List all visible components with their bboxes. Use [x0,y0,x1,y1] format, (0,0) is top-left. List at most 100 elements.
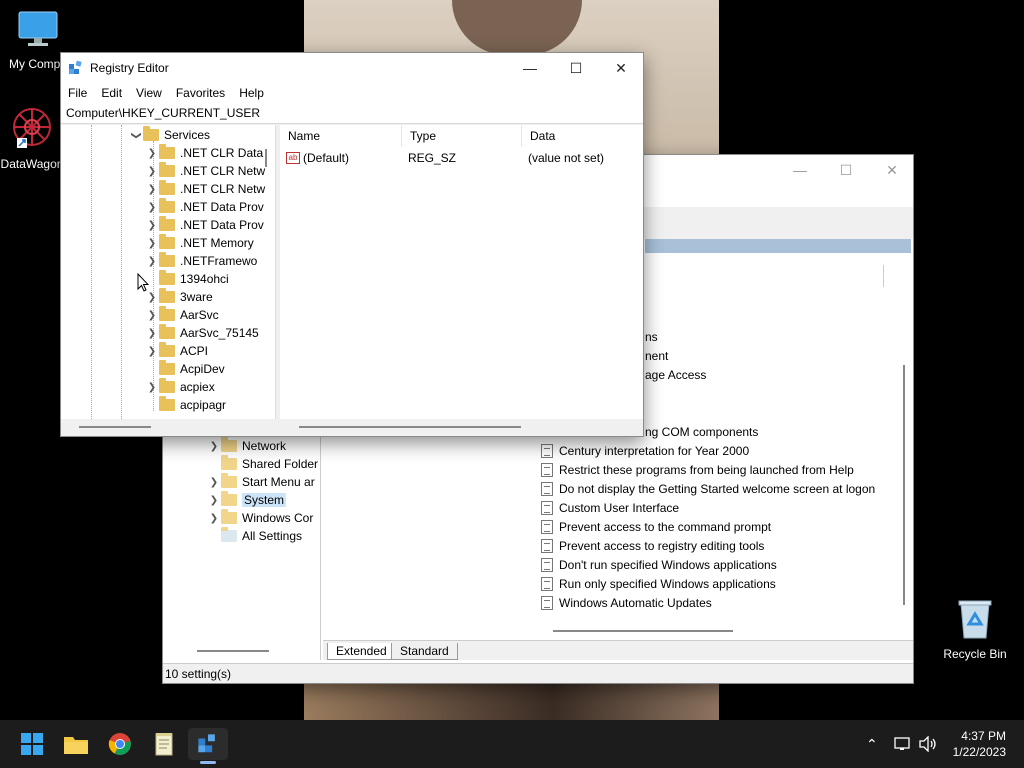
tree-item[interactable]: ❯ .NET Data Prov [145,198,264,216]
gp-setting-row[interactable]: Restrict these programs from being launc… [541,460,854,479]
address-bar[interactable]: Computer\HKEY_CURRENT_USER [61,103,643,124]
tree-label: .NET CLR Netw [180,182,266,196]
folder-icon [159,180,175,195]
tree-label: ACPI [180,344,209,358]
value-row-default[interactable]: ab (Default) [286,149,349,167]
tree-item[interactable]: ❯ .NETFramewo [145,252,257,270]
chevron-right-icon[interactable]: ❯ [145,346,159,357]
tab-extended[interactable]: Extended [327,643,396,660]
tree-item[interactable]: ❯ .NET CLR Netw [145,162,265,180]
tree-item[interactable]: AcpiDev [145,360,225,378]
gp-close-button[interactable]: ✕ [869,155,915,185]
tree-item[interactable]: acpipagr [145,396,226,414]
column-header-data[interactable]: Data [522,125,643,147]
menu-file[interactable]: File [61,86,94,100]
gp-setting-row[interactable]: Prevent access to registry editing tools [541,536,764,555]
start-button[interactable] [12,728,52,760]
folder-icon [159,396,175,411]
tree-item[interactable]: 1394ohci [145,270,229,288]
column-header-type[interactable]: Type [402,125,522,147]
tree-item[interactable]: ❯ .NET Memory [145,234,254,252]
chevron-right-icon[interactable]: ❯ [145,202,159,213]
chevron-right-icon[interactable]: ❯ [145,382,159,393]
chevron-right-icon[interactable]: ❯ [145,256,159,267]
taskbar-file-explorer[interactable] [56,728,96,760]
minimize-button[interactable]: — [507,53,553,83]
chevron-down-icon[interactable]: ❯ [131,128,142,142]
tree-item[interactable]: ❯ AarSvc [145,306,219,324]
chevron-right-icon[interactable]: ❯ [145,310,159,321]
chevron-right-icon[interactable]: ❯ [207,513,221,524]
tree-hscrollbar[interactable] [79,426,151,428]
tree-vscrollbar[interactable] [265,149,267,167]
gp-tree-label: Network [242,439,287,453]
tree-item[interactable]: ❯ ACPI [145,342,208,360]
tree-item[interactable]: ❯ .NET Data Prov [145,216,264,234]
tree-item[interactable]: ❯ 3ware [145,288,213,306]
tray-overflow-button[interactable]: ⌃ [866,720,878,768]
gp-setting-row[interactable]: Prevent access to the command prompt [541,517,771,536]
gp-tree-item-start-menu[interactable]: ❯ Start Menu ar [207,473,315,491]
chevron-right-icon[interactable]: ❯ [145,220,159,231]
tree-label: acpiex [180,380,215,394]
chevron-right-icon[interactable]: ❯ [207,441,221,452]
tree-item[interactable]: ❯ .NET CLR Netw [145,180,265,198]
gp-tree-item-system[interactable]: ❯ System [207,491,287,509]
gp-setting-row[interactable]: Do not display the Getting Started welco… [541,479,875,498]
gp-setting-label: Prevent access to the command prompt [559,519,772,534]
registry-tree-pane[interactable]: ❯ Services ❯ .NET CLR Data ❯ .NET CLR Netw… [61,125,276,419]
chevron-right-icon[interactable]: ❯ [145,148,159,159]
gp-tree-item-network[interactable]: ❯ Network [207,437,286,455]
taskbar-chrome[interactable] [100,728,140,760]
folder-icon [221,491,237,506]
gp-minimize-button[interactable]: — [777,155,823,185]
gp-list-hscrollbar[interactable] [553,630,733,632]
gp-tree-item-all-settings[interactable]: All Settings [207,527,302,545]
chevron-right-icon[interactable]: ❯ [207,477,221,488]
policy-setting-icon [541,500,553,515]
chevron-right-icon[interactable]: ❯ [145,238,159,249]
start-icon [21,733,43,755]
column-header-name[interactable]: Name [280,125,402,147]
gp-setting-label: Century interpretation for Year 2000 [559,443,750,458]
tray-volume[interactable] [918,720,938,768]
menu-view[interactable]: View [129,86,169,100]
maximize-button[interactable]: ☐ [553,53,599,83]
tab-standard[interactable]: Standard [391,643,458,660]
tray-network[interactable] [894,720,912,768]
chevron-right-icon[interactable]: ❯ [145,184,159,195]
registry-values-pane[interactable]: Name Type Data ab (Default) REG_SZ (valu… [280,125,643,419]
close-button[interactable]: ✕ [598,53,644,83]
tree-item[interactable]: ❯ AarSvc_75145 [145,324,259,342]
gp-setting-row[interactable]: Windows Automatic Updates [541,593,712,612]
taskbar-notepad[interactable] [144,728,184,760]
chevron-right-icon[interactable]: ❯ [145,166,159,177]
registry-titlebar[interactable]: Registry Editor — ☐ ✕ [61,53,643,83]
chevron-right-icon[interactable]: ❯ [145,328,159,339]
gp-maximize-button[interactable]: ☐ [823,155,869,185]
gp-setting-row[interactable]: Don't run specified Windows applications [541,555,777,574]
gp-tree-item-windows-components[interactable]: ❯ Windows Cor [207,509,313,527]
tree-item[interactable]: ❯ acpiex [145,378,215,396]
gp-setting-row[interactable]: Run only specified Windows applications [541,574,776,593]
tree-item[interactable]: ❯ .NET CLR Data [145,144,263,162]
menu-help[interactable]: Help [232,86,271,100]
folder-open-icon [143,126,159,141]
chevron-right-icon[interactable]: ❯ [145,292,159,303]
tree-item-services[interactable]: ❯ Services [129,126,210,144]
registry-editor-window[interactable]: Registry Editor — ☐ ✕ File Edit View Fav… [60,52,644,437]
taskbar-registry-editor[interactable] [188,728,228,764]
gp-setting-row[interactable]: Century interpretation for Year 2000 [541,441,749,460]
gp-tree-hscrollbar[interactable] [197,650,269,652]
gp-vscrollbar[interactable] [903,365,905,605]
gp-tree-item-shared-folders[interactable]: Shared Folder [207,455,318,473]
values-hscrollbar[interactable] [299,426,521,428]
menu-edit[interactable]: Edit [94,86,129,100]
menu-favorites[interactable]: Favorites [169,86,232,100]
desktop-icon-recycle-bin[interactable]: Recycle Bin [935,598,1015,661]
gp-tree-label: All Settings [242,529,303,543]
gp-view-tabs: Extended Standard [323,640,913,660]
chevron-right-icon[interactable]: ❯ [207,495,221,506]
gp-setting-row[interactable]: Custom User Interface [541,498,679,517]
taskbar-clock[interactable]: 4:37 PM 1/22/2023 [953,728,1006,760]
